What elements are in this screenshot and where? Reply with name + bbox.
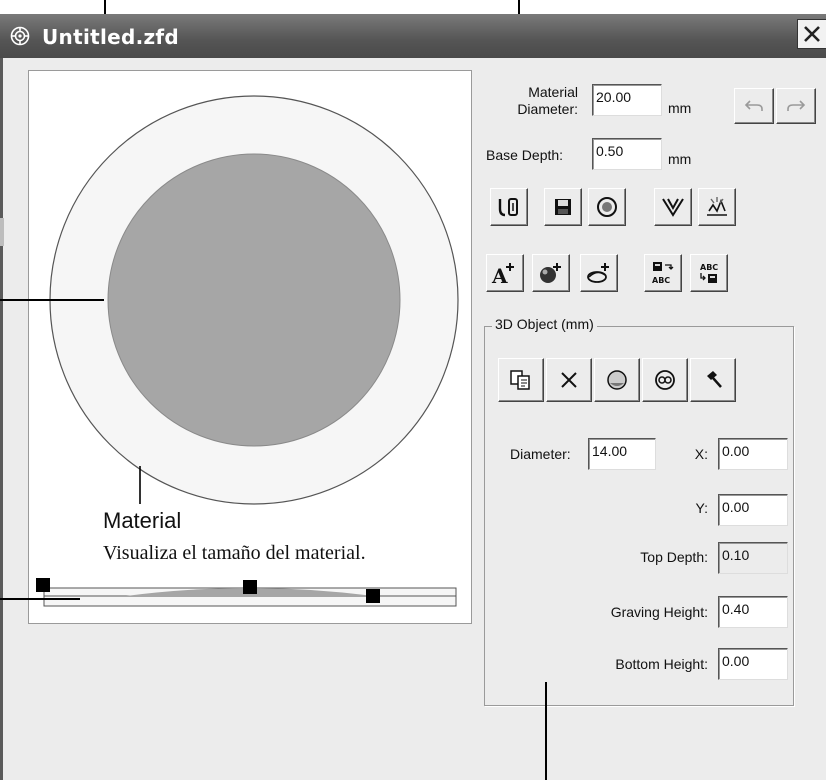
add-text-button[interactable]: A (486, 254, 524, 292)
callout-leader-object (0, 299, 104, 301)
convert-from-text-button[interactable]: ABC (690, 254, 728, 292)
profile-handle-right[interactable] (366, 589, 380, 603)
v-shape-button[interactable] (654, 188, 692, 226)
svg-text:A: A (491, 264, 508, 285)
object-circle[interactable] (107, 153, 401, 447)
save-button[interactable] (544, 188, 582, 226)
ring-object-button[interactable] (642, 358, 688, 402)
redo-icon (787, 100, 806, 111)
material-label: Material (103, 508, 182, 533)
add-text-icon: A (491, 263, 514, 285)
add-sphere-button[interactable] (532, 254, 570, 292)
bottom-height-label: Bottom Height: (615, 656, 708, 672)
y-field[interactable]: 0.00 (718, 494, 788, 526)
hammer-icon (707, 371, 722, 388)
save-icon (555, 199, 571, 215)
v-shape-icon (662, 198, 684, 217)
close-icon (804, 26, 820, 42)
callout-leader-profile (0, 598, 80, 600)
graving-height-label: Graving Height: (610, 604, 708, 620)
svg-text:ABC: ABC (700, 263, 718, 272)
top-depth-label: Top Depth: (640, 549, 708, 565)
x-field[interactable]: 0.00 (718, 438, 788, 470)
profile-handle-center[interactable] (243, 580, 257, 594)
convert-from-text-icon: ABC (700, 263, 718, 283)
y-label: Y: (695, 500, 708, 516)
base-depth-field[interactable]: 0.50 (592, 138, 662, 170)
delete-object-button[interactable] (546, 358, 592, 402)
base-depth-label: Base Depth: (486, 147, 564, 163)
delete-icon (561, 372, 577, 388)
bottom-height-field[interactable]: 0.00 (718, 648, 788, 680)
material-circle-button[interactable] (588, 188, 626, 226)
undo-button[interactable] (734, 88, 774, 124)
base-depth-unit: mm (668, 151, 692, 167)
redo-button[interactable] (776, 88, 816, 124)
window-title: Untitled.zfd (42, 25, 180, 49)
material-preview[interactable] (28, 70, 472, 624)
undo-icon (744, 100, 763, 111)
profile-handle-left[interactable] (36, 578, 50, 592)
import-button[interactable] (490, 188, 528, 226)
material-diameter-unit: mm (668, 100, 692, 116)
material-diameter-label: Material Diameter: (517, 84, 578, 117)
add-sphere-icon (540, 263, 561, 283)
close-button[interactable] (797, 19, 826, 49)
sphere-object-button[interactable] (594, 358, 640, 402)
import-icon (498, 198, 518, 217)
graving-height-field[interactable]: 0.40 (718, 596, 788, 628)
material-description: Visualiza el tamaño del material. (103, 542, 366, 564)
diameter-field[interactable]: 14.00 (588, 438, 656, 470)
add-shape-button[interactable] (580, 254, 618, 292)
material-circle-icon (597, 197, 617, 217)
hammer-object-button[interactable] (690, 358, 736, 402)
background-panel (0, 218, 4, 246)
copy-icon (510, 370, 530, 390)
svg-text:ABC: ABC (652, 276, 670, 285)
object-group-title: 3D Object (mm) (492, 316, 597, 332)
copy-object-button[interactable] (498, 358, 544, 402)
x-label: X: (694, 446, 708, 462)
ring-icon (655, 370, 675, 390)
title-bar[interactable]: Untitled.zfd (0, 14, 826, 58)
diameter-label: Diameter: (510, 446, 571, 462)
convert-to-text-button[interactable]: ABC (644, 254, 682, 292)
top-depth-field: 0.10 (718, 542, 788, 574)
add-shape-icon (587, 263, 609, 283)
callout-leader-bottom (545, 682, 547, 780)
engrave-preview-icon (707, 197, 727, 216)
sphere-icon (607, 370, 627, 390)
convert-to-text-icon: ABC (652, 262, 674, 285)
app-gear-icon (10, 26, 30, 46)
engrave-preview-button[interactable] (698, 188, 736, 226)
material-diameter-field[interactable]: 20.00 (592, 84, 662, 116)
